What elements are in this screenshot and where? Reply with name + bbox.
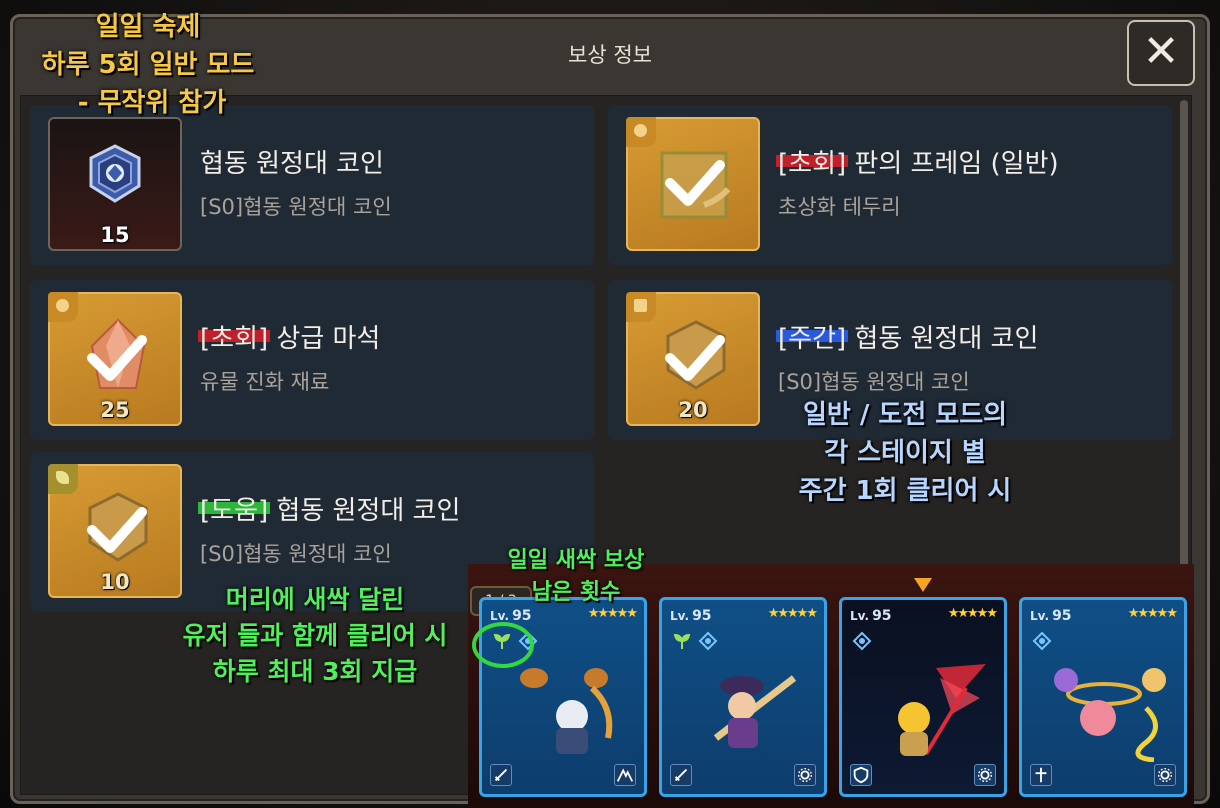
reward-card-magic-stone[interactable]: 25 [초회] 상급 마석 유물 진화 재료 bbox=[30, 280, 594, 440]
gear-role-icon bbox=[1154, 764, 1176, 786]
sword-class-icon bbox=[490, 764, 512, 786]
sprout-highlight-circle bbox=[472, 622, 534, 668]
weekly-badge-icon bbox=[626, 292, 656, 322]
daily-quest-annotation: 일일 숙제 하루 5회 일반 모드 - 무작위 참가 bbox=[41, 12, 255, 118]
reward-subtitle: 초상화 테두리 bbox=[778, 195, 901, 219]
acquired-check-icon bbox=[665, 335, 725, 381]
help-tag: [도움] bbox=[198, 496, 271, 526]
hero-stars: ★★★★★ bbox=[767, 606, 818, 621]
sprout-rule-annotation: 머리에 새싹 달린 유저 들과 함께 클리어 시 하루 최대 3회 지급 bbox=[182, 585, 448, 686]
reward-count: 20 bbox=[678, 398, 708, 422]
reward-title: [주간] 협동 원정대 코인 bbox=[776, 318, 1039, 355]
sprout-icon bbox=[673, 633, 691, 649]
reward-title-text: 판의 프레임 (일반) bbox=[846, 149, 1059, 179]
reward-count: 25 bbox=[100, 398, 130, 422]
reward-subtitle: [S0]협동 원정대 코인 bbox=[200, 542, 392, 566]
reward-count: 15 bbox=[100, 223, 130, 247]
first-clear-badge-icon bbox=[48, 292, 78, 322]
hero-level: Lv. 95 bbox=[1030, 608, 1072, 624]
acquired-check-icon bbox=[87, 507, 147, 553]
reward-thumbnail: 10 bbox=[48, 464, 182, 598]
gear-role-icon bbox=[794, 764, 816, 786]
reward-thumbnail: 25 bbox=[48, 292, 182, 426]
first-clear-tag: [초회] bbox=[776, 149, 849, 179]
scrollbar[interactable] bbox=[1180, 100, 1188, 580]
acquired-check-icon bbox=[665, 160, 725, 206]
element-icon bbox=[852, 631, 872, 651]
reward-thumbnail: 15 bbox=[48, 117, 182, 251]
hero-sprite bbox=[1054, 668, 1166, 762]
hero-sprite bbox=[898, 664, 986, 756]
gear-role-icon bbox=[974, 764, 996, 786]
mountain-role-icon bbox=[614, 764, 636, 786]
reward-title: [초회] 상급 마석 bbox=[198, 318, 381, 355]
sprout-remaining-annotation: 일일 새싹 보상 남은 횟수 bbox=[507, 548, 645, 605]
reward-card-portrait-frame[interactable]: [초회] 판의 프레임 (일반) 초상화 테두리 bbox=[608, 105, 1172, 265]
element-icon bbox=[1032, 631, 1052, 651]
reward-subtitle: [S0]협동 원정대 코인 bbox=[778, 370, 970, 394]
reward-title: [도움] 협동 원정대 코인 bbox=[198, 490, 461, 527]
reward-title: 협동 원정대 코인 bbox=[200, 149, 384, 179]
reward-title-text: 상급 마석 bbox=[268, 324, 381, 354]
coop-coin-icon bbox=[89, 144, 141, 203]
cross-class-icon bbox=[1030, 764, 1052, 786]
reward-subtitle: 유물 진화 재료 bbox=[200, 370, 330, 394]
first-clear-tag: [초회] bbox=[198, 324, 271, 354]
weekly-tag: [주간] bbox=[776, 324, 849, 354]
element-icon bbox=[698, 631, 718, 651]
first-clear-badge-icon bbox=[626, 117, 656, 147]
acquired-check-icon bbox=[87, 335, 147, 381]
selected-marker-icon bbox=[914, 578, 932, 592]
reward-thumbnail bbox=[626, 117, 760, 251]
reward-title-text: 협동 원정대 코인 bbox=[846, 324, 1039, 354]
shield-class-icon bbox=[850, 764, 872, 786]
close-button[interactable]: ✕ bbox=[1127, 20, 1195, 86]
hero-level: Lv. 95 bbox=[670, 608, 712, 624]
reward-title-text: 협동 원정대 코인 bbox=[268, 496, 461, 526]
sprout-badge-icon bbox=[48, 464, 78, 494]
reward-subtitle: [S0]협동 원정대 코인 bbox=[200, 195, 392, 219]
hero-stars: ★★★★★ bbox=[947, 606, 998, 621]
reward-title: [초회] 판의 프레임 (일반) bbox=[776, 143, 1059, 180]
hero-card[interactable]: Lv. 95 ★★★★★ bbox=[1019, 597, 1187, 797]
reward-info-screen: 보상 정보 ✕ 15 협동 원정대 코인 [S0]협동 원정대 코인 [초회] … bbox=[0, 0, 1220, 808]
hero-card-selected[interactable]: Lv. 95 ★★★★★ bbox=[839, 597, 1007, 797]
hero-sprite bbox=[520, 668, 613, 754]
hero-stars: ★★★★★ bbox=[1127, 606, 1178, 621]
hero-card[interactable]: Lv. 95 ★★★★★ bbox=[659, 597, 827, 797]
weekly-annotation: 일반 / 도전 모드의 각 스테이지 별 주간 1회 클리어 시 bbox=[798, 400, 1012, 506]
reward-thumbnail: 20 bbox=[626, 292, 760, 426]
hero-level: Lv. 95 bbox=[850, 608, 892, 624]
hero-sprite bbox=[713, 675, 797, 748]
sword-class-icon bbox=[670, 764, 692, 786]
reward-card-coop-coin[interactable]: 15 협동 원정대 코인 [S0]협동 원정대 코인 bbox=[30, 105, 594, 265]
